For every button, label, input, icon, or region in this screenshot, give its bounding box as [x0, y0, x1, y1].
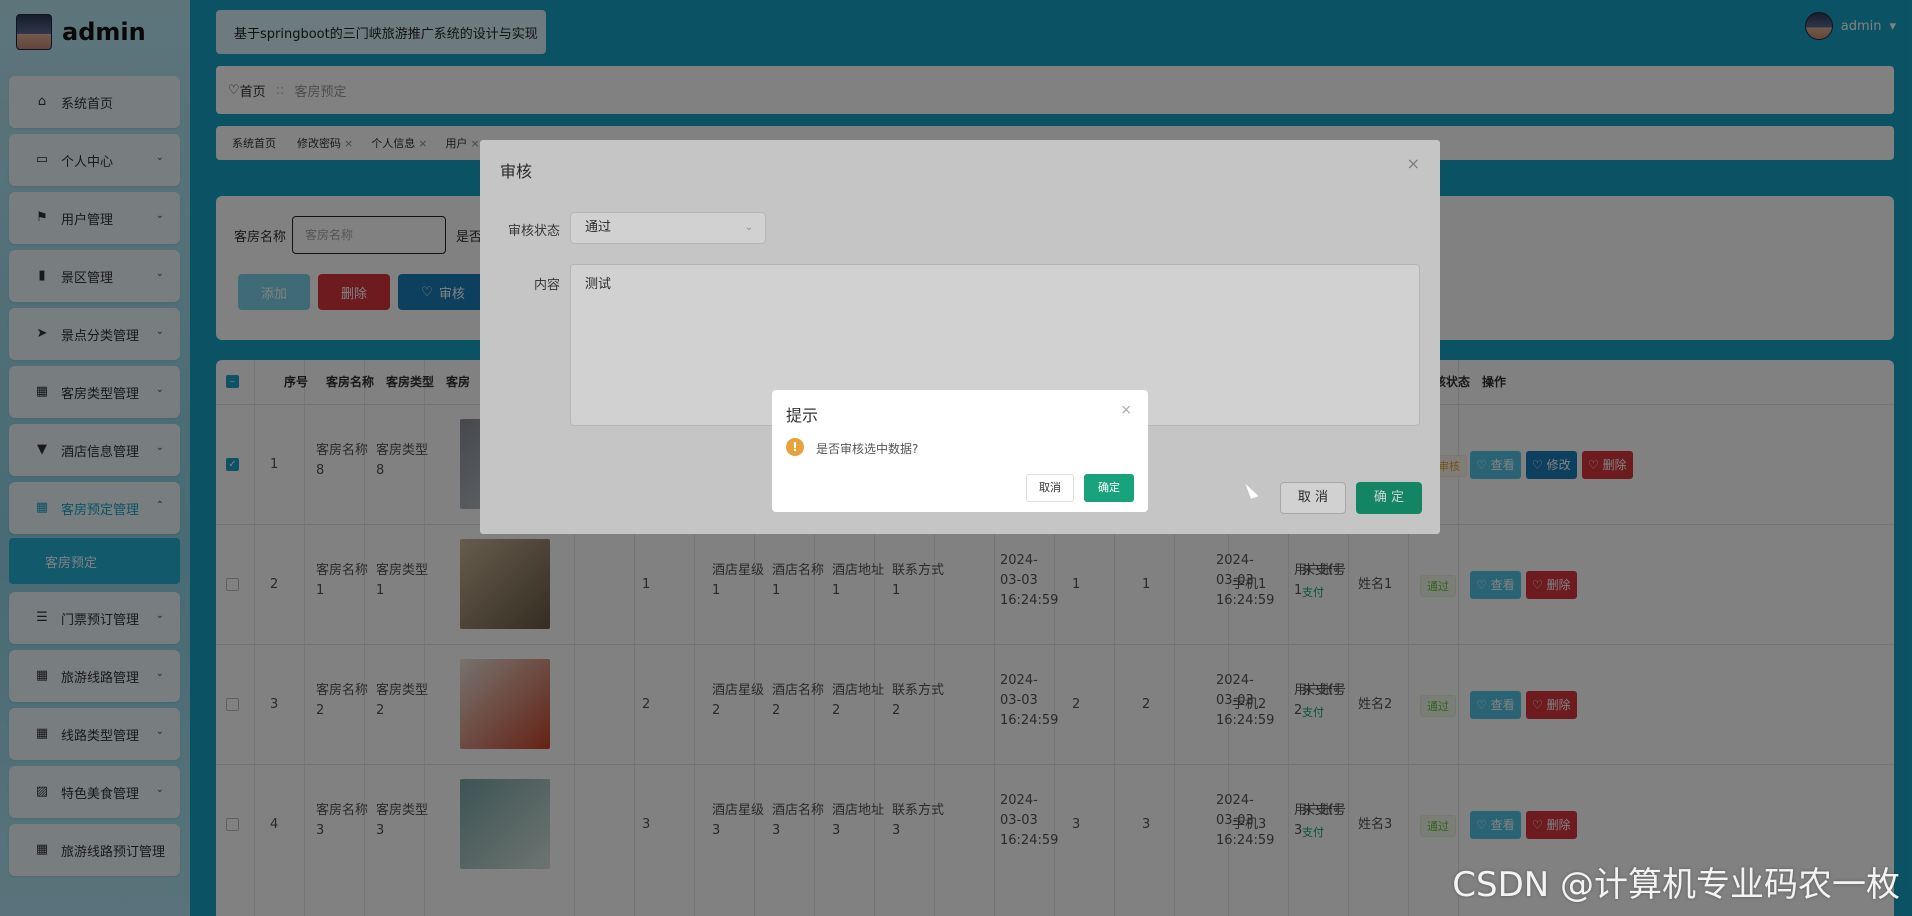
- confirm-cancel-button[interactable]: 取消: [1026, 474, 1074, 502]
- confirm-ok-button[interactable]: 确定: [1084, 474, 1134, 502]
- confirm-message: 是否审核选中数据?: [816, 442, 919, 456]
- confirm-box: 提示 × ! 是否审核选中数据? 取消 确定: [772, 390, 1148, 512]
- warning-icon: !: [786, 438, 804, 456]
- confirm-title: 提示: [786, 406, 819, 425]
- watermark: CSDN @计算机专业码农一枚: [1452, 865, 1900, 905]
- close-icon[interactable]: ×: [1120, 402, 1132, 418]
